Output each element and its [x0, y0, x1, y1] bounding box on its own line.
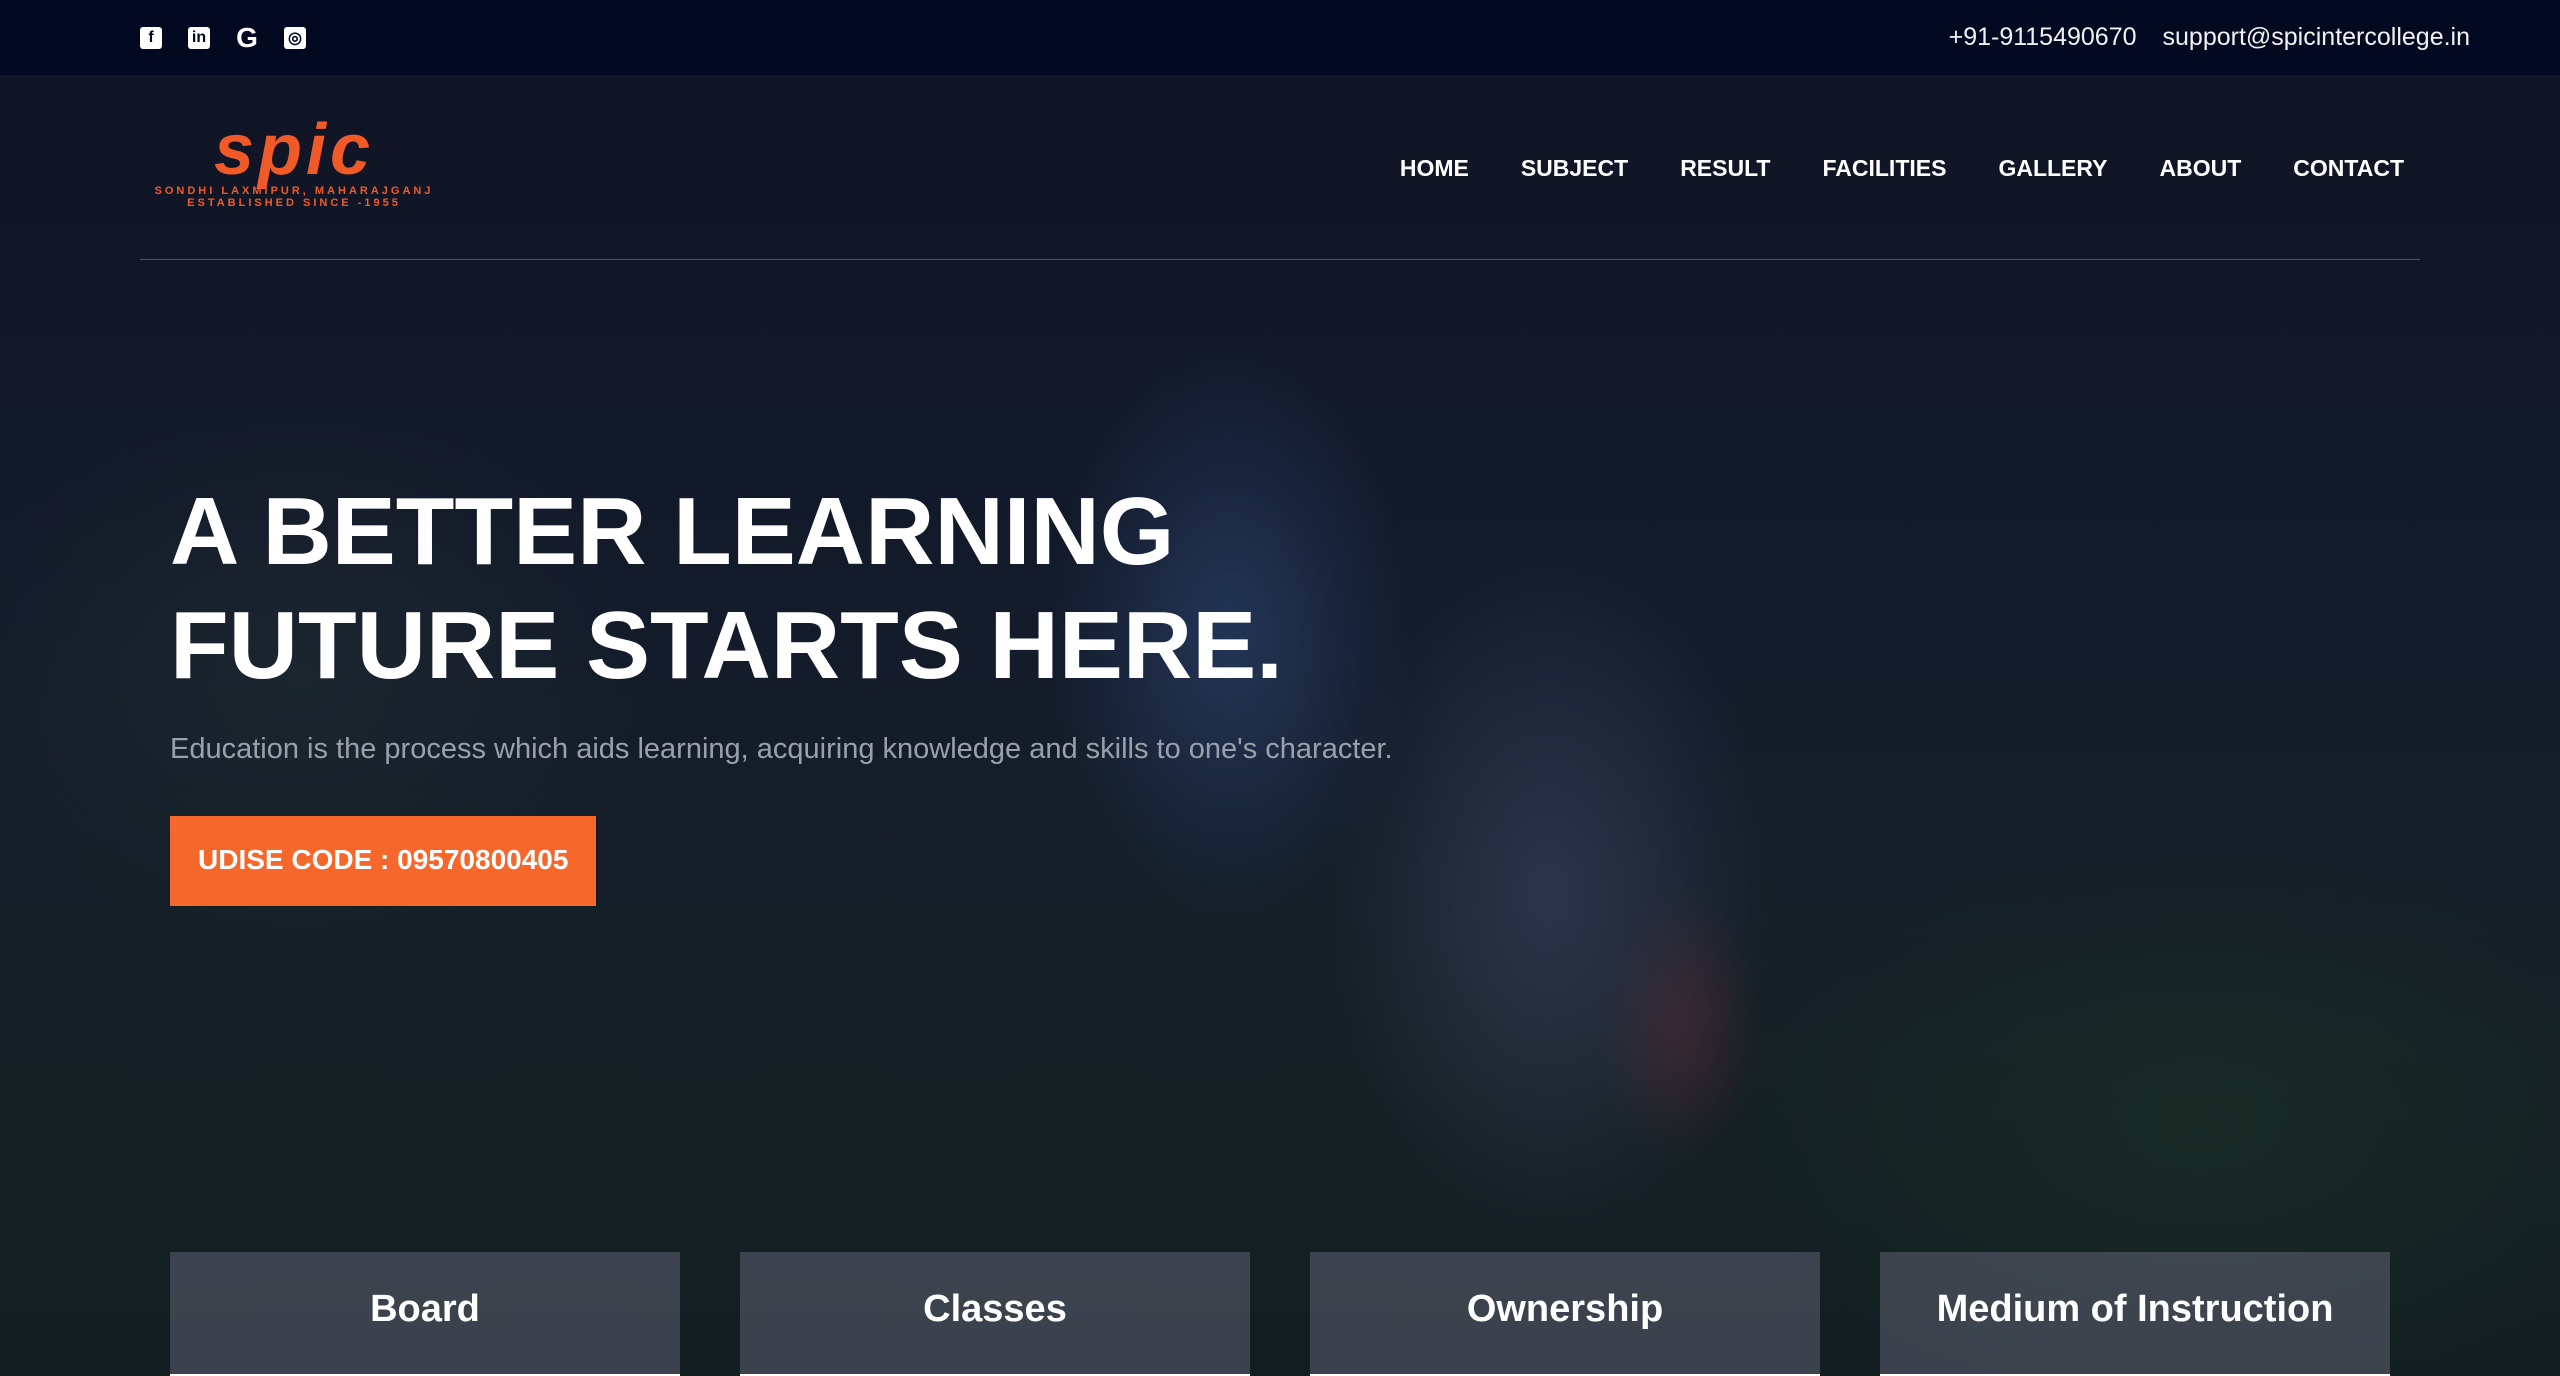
- card-medium[interactable]: Medium of Instruction: [1880, 1252, 2390, 1376]
- hero-subtitle: Education is the process which aids lear…: [170, 733, 1393, 765]
- top-bar: f in G ◎ +91-9115490670 support@spicinte…: [0, 0, 2560, 75]
- udise-code-button[interactable]: UDISE CODE : 09570800405: [170, 816, 597, 906]
- logo-location: SONDHI LAXMIPUR, MAHARAJGANJ: [154, 185, 434, 197]
- logo-established: ESTABLISHED SINCE -1955: [187, 197, 401, 209]
- nav-facilities[interactable]: FACILITIES: [1822, 155, 1946, 182]
- google-icon[interactable]: G: [236, 22, 258, 53]
- logo[interactable]: spic SONDHI LAXMIPUR, MAHARAJGANJ ESTABL…: [144, 110, 444, 209]
- header: spic SONDHI LAXMIPUR, MAHARAJGANJ ESTABL…: [140, 75, 2420, 260]
- phone-link[interactable]: +91-9115490670: [1949, 23, 2137, 52]
- social-links: f in G ◎: [140, 22, 306, 53]
- nav-home[interactable]: HOME: [1400, 155, 1469, 182]
- main-nav: HOME SUBJECT RESULT FACILITIES GALLERY A…: [1400, 155, 2404, 182]
- hero-title: A BETTER LEARNING FUTURE STARTS HERE.: [170, 478, 1283, 699]
- nav-about[interactable]: ABOUT: [2159, 155, 2241, 182]
- hero-section: spic SONDHI LAXMIPUR, MAHARAJGANJ ESTABL…: [0, 75, 2560, 1376]
- nav-result[interactable]: RESULT: [1680, 155, 1770, 182]
- card-board[interactable]: Board: [170, 1252, 680, 1376]
- email-link[interactable]: support@spicintercollege.in: [2163, 23, 2470, 52]
- nav-subject[interactable]: SUBJECT: [1521, 155, 1628, 182]
- facebook-icon[interactable]: f: [140, 26, 162, 49]
- info-cards: Board Classes Ownership Medium of Instru…: [170, 1252, 2390, 1376]
- logo-mark: spic: [213, 110, 375, 190]
- linkedin-icon[interactable]: in: [188, 26, 210, 49]
- card-classes[interactable]: Classes: [740, 1252, 1250, 1376]
- nav-contact[interactable]: CONTACT: [2293, 155, 2404, 182]
- nav-gallery[interactable]: GALLERY: [1998, 155, 2107, 182]
- instagram-icon[interactable]: ◎: [284, 26, 306, 49]
- card-ownership[interactable]: Ownership: [1310, 1252, 1820, 1376]
